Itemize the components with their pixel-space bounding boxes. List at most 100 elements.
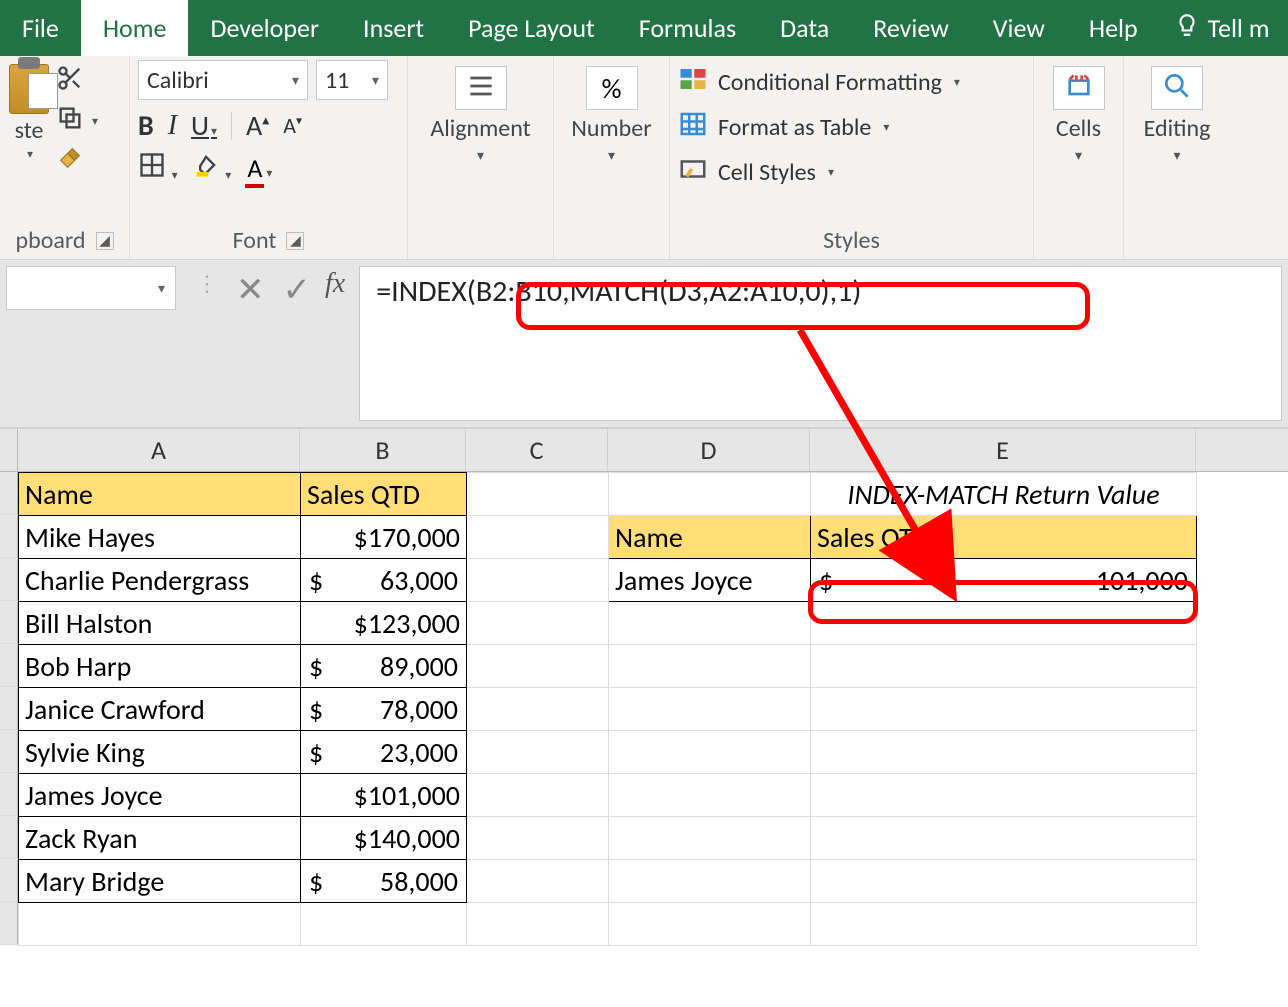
tab-help[interactable]: Help — [1067, 0, 1160, 56]
tab-review[interactable]: Review — [851, 0, 971, 56]
cell-E9[interactable] — [811, 817, 1197, 860]
underline-button[interactable]: U▾ — [191, 108, 217, 143]
cell-B2[interactable]: $170,000 — [301, 516, 467, 559]
fill-color-button[interactable]: ▾ — [192, 151, 232, 184]
alignment-button[interactable] — [455, 66, 507, 110]
paste-dropdown[interactable]: ▾ — [27, 147, 33, 162]
cell-A11[interactable] — [19, 903, 301, 946]
formula-input[interactable]: =INDEX(B2:B10,MATCH(D3,A2:A10,0),1) — [359, 266, 1282, 421]
cell-B1[interactable]: Sales QTD — [301, 473, 467, 516]
shrink-font-button[interactable]: A▾ — [283, 112, 302, 139]
cell-A4[interactable]: Bill Halston — [19, 602, 301, 645]
font-size-combo[interactable]: 11▾ — [316, 60, 388, 100]
cell-A9[interactable]: Zack Ryan — [19, 817, 301, 860]
cell-B5[interactable]: $89,000 — [301, 645, 467, 688]
cell-D9[interactable] — [609, 817, 811, 860]
clipboard-dialog-launcher[interactable]: ◢ — [96, 232, 114, 250]
conditional-formatting-button[interactable]: Conditional Formatting▾ — [678, 64, 960, 101]
font-dialog-launcher[interactable]: ◢ — [286, 232, 304, 250]
cell-C10[interactable] — [467, 860, 609, 903]
cell-E2[interactable]: Sales QTD — [811, 516, 1197, 559]
cell-E10[interactable] — [811, 860, 1197, 903]
cells-dropdown[interactable]: ▾ — [1075, 147, 1082, 164]
cell-D5[interactable] — [609, 645, 811, 688]
italic-button[interactable]: I — [168, 110, 177, 142]
cell-A6[interactable]: Janice Crawford — [19, 688, 301, 731]
cell-B10[interactable]: $58,000 — [301, 860, 467, 903]
cell-A10[interactable]: Mary Bridge — [19, 860, 301, 903]
select-all-corner[interactable] — [0, 429, 18, 471]
cell-B3[interactable]: $63,000 — [301, 559, 467, 602]
cell-E1[interactable]: INDEX-MATCH Return Value — [811, 473, 1197, 516]
cell-A7[interactable]: Sylvie King — [19, 731, 301, 774]
cell-B8[interactable]: $101,000 — [301, 774, 467, 817]
cut-button[interactable] — [56, 64, 98, 98]
cell-D4[interactable] — [609, 602, 811, 645]
fx-handle-icon[interactable]: ⋮ — [196, 270, 218, 297]
cell-E4[interactable] — [811, 602, 1197, 645]
fx-label[interactable]: fx — [325, 260, 359, 300]
cell-C2[interactable] — [467, 516, 609, 559]
cell-C6[interactable] — [467, 688, 609, 731]
tab-view[interactable]: View — [971, 0, 1067, 56]
cell-D11[interactable] — [609, 903, 811, 946]
alignment-dropdown[interactable]: ▾ — [477, 147, 484, 164]
cell-C8[interactable] — [467, 774, 609, 817]
tab-formulas[interactable]: Formulas — [617, 0, 758, 56]
cell-D1[interactable] — [609, 473, 811, 516]
editing-dropdown[interactable]: ▾ — [1173, 147, 1180, 164]
font-color-button[interactable]: A▾ — [245, 152, 272, 184]
tab-file[interactable]: File — [0, 0, 81, 56]
cell-B4[interactable]: $123,000 — [301, 602, 467, 645]
cell-E8[interactable] — [811, 774, 1197, 817]
col-header-D[interactable]: D — [608, 429, 810, 471]
format-as-table-button[interactable]: Format as Table▾ — [678, 109, 960, 146]
font-name-combo[interactable]: Calibri▾ — [138, 60, 308, 100]
cell-D2[interactable]: Name — [609, 516, 811, 559]
cell-C5[interactable] — [467, 645, 609, 688]
cell-B9[interactable]: $140,000 — [301, 817, 467, 860]
enter-formula-button[interactable]: ✓ — [283, 270, 312, 311]
cell-A2[interactable]: Mike Hayes — [19, 516, 301, 559]
tell-me-search[interactable]: Tell m — [1160, 0, 1284, 56]
format-painter-button[interactable] — [56, 144, 98, 178]
tab-data[interactable]: Data — [758, 0, 851, 56]
cell-A1[interactable]: Name — [19, 473, 301, 516]
cell-D8[interactable] — [609, 774, 811, 817]
cell-C7[interactable] — [467, 731, 609, 774]
tab-home[interactable]: Home — [81, 0, 189, 56]
cell-D3[interactable]: James Joyce — [609, 559, 811, 602]
cancel-formula-button[interactable]: ✕ — [236, 270, 265, 311]
cell-C11[interactable] — [467, 903, 609, 946]
cell-E5[interactable] — [811, 645, 1197, 688]
cell-E11[interactable] — [811, 903, 1197, 946]
cell-A8[interactable]: James Joyce — [19, 774, 301, 817]
col-header-A[interactable]: A — [18, 429, 300, 471]
cell-A3[interactable]: Charlie Pendergrass — [19, 559, 301, 602]
cell-D10[interactable] — [609, 860, 811, 903]
number-dropdown[interactable]: ▾ — [608, 147, 615, 164]
col-header-C[interactable]: C — [466, 429, 608, 471]
cell-B6[interactable]: $78,000 — [301, 688, 467, 731]
number-format-button[interactable]: % — [586, 66, 638, 110]
grow-font-button[interactable]: A▴ — [246, 108, 269, 143]
copy-button[interactable]: ▾ — [56, 104, 98, 138]
cell-E3[interactable]: $101,000 — [811, 559, 1197, 602]
tab-developer[interactable]: Developer — [188, 0, 341, 56]
name-box[interactable]: ▾ — [6, 266, 176, 310]
cell-A5[interactable]: Bob Harp — [19, 645, 301, 688]
col-header-E[interactable]: E — [810, 429, 1196, 471]
cell-E6[interactable] — [811, 688, 1197, 731]
cell-E7[interactable] — [811, 731, 1197, 774]
row-headers[interactable] — [0, 472, 18, 946]
col-header-B[interactable]: B — [300, 429, 466, 471]
tab-insert[interactable]: Insert — [341, 0, 446, 56]
cell-styles-button[interactable]: Cell Styles▾ — [678, 154, 960, 191]
cell-C4[interactable] — [467, 602, 609, 645]
cell-C9[interactable] — [467, 817, 609, 860]
cell-D7[interactable] — [609, 731, 811, 774]
cell-D6[interactable] — [609, 688, 811, 731]
cell-B11[interactable] — [301, 903, 467, 946]
bold-button[interactable]: B — [138, 108, 154, 143]
cell-B7[interactable]: $23,000 — [301, 731, 467, 774]
